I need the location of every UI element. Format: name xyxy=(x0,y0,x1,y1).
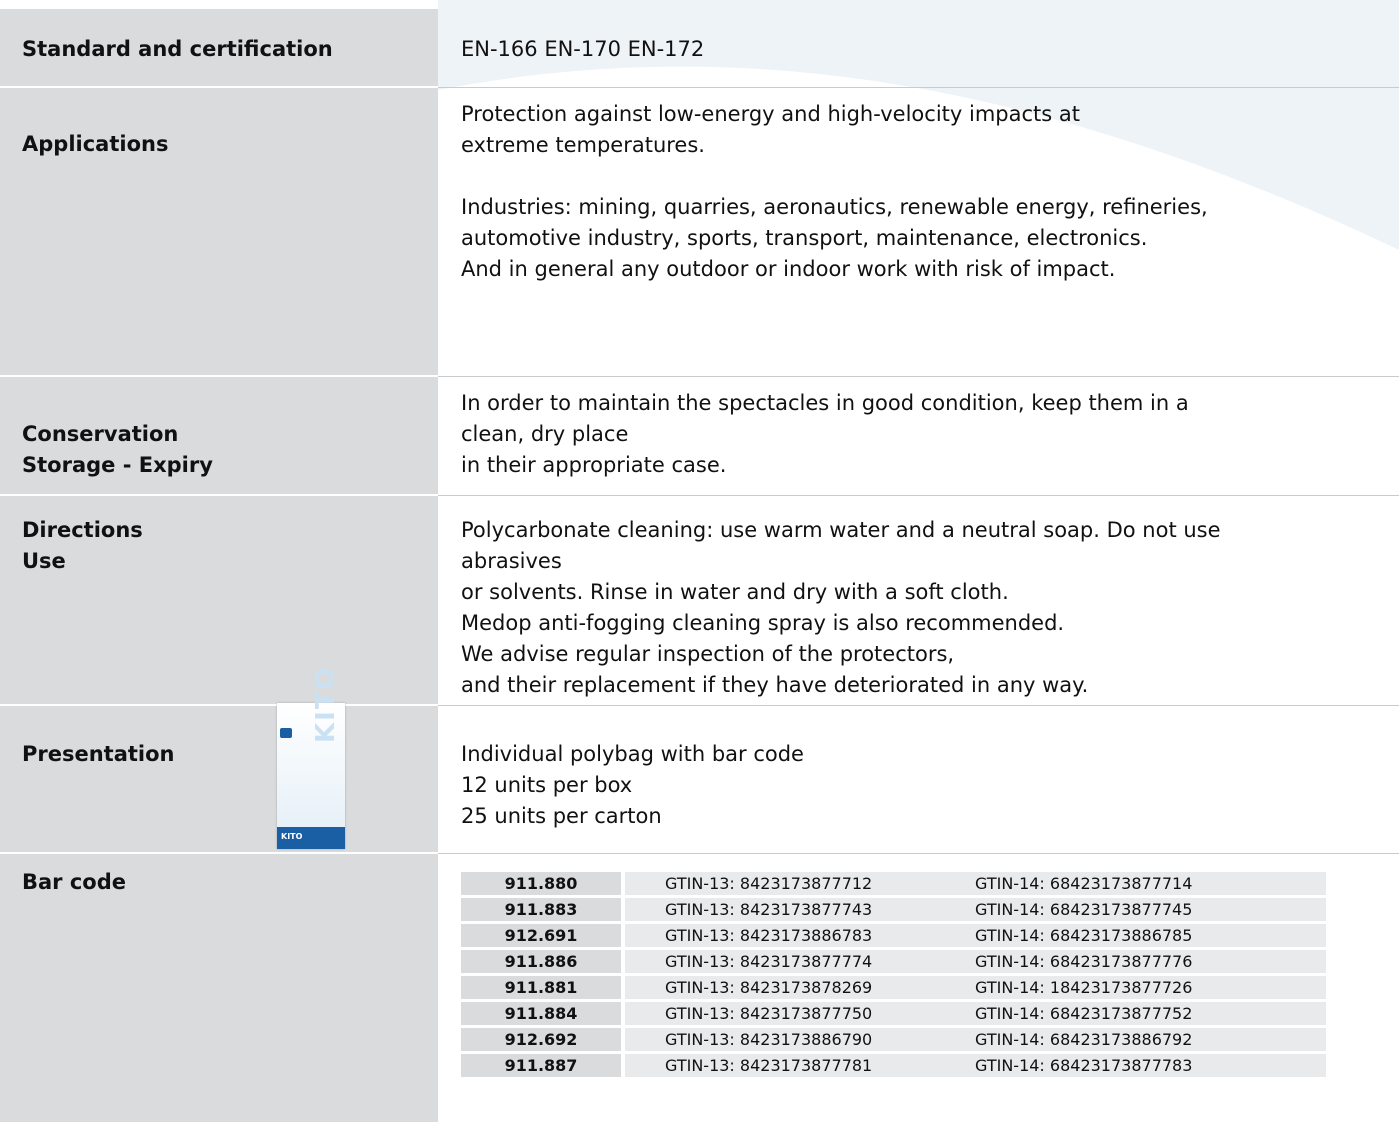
gtin14-value: GTIN-14: 68423173877714 xyxy=(975,872,1326,895)
product-code: 911.883 xyxy=(461,898,621,921)
applications-label: Applications xyxy=(22,132,169,156)
standard-value: EN-166 EN-170 EN-172 xyxy=(461,37,705,61)
gtin14-value: GTIN-14: 68423173877783 xyxy=(975,1054,1326,1077)
row-divider xyxy=(0,704,438,706)
row-divider xyxy=(0,494,438,496)
directions-label: Directions Use xyxy=(22,515,143,577)
table-row: 911.880 GTIN-13: 8423173877712 GTIN-14: … xyxy=(461,872,1326,895)
gtin13-value: GTIN-13: 8423173886783 xyxy=(625,924,975,947)
presentation-line: Individual polybag with bar code xyxy=(461,742,804,766)
table-row: 912.691 GTIN-13: 8423173886783 GTIN-14: … xyxy=(461,924,1326,947)
barcode-table: 911.880 GTIN-13: 8423173877712 GTIN-14: … xyxy=(461,869,1326,1080)
directions-line: We advise regular inspection of the prot… xyxy=(461,642,955,666)
applications-value: Protection against low-energy and high-v… xyxy=(461,99,1208,285)
conservation-label-line: Storage - Expiry xyxy=(22,453,213,477)
presentation-line: 25 units per carton xyxy=(461,804,662,828)
gtin13-value: GTIN-13: 8423173877774 xyxy=(625,950,975,973)
directions-line: Medop anti-fogging cleaning spray is als… xyxy=(461,611,1065,635)
table-row: 912.692 GTIN-13: 8423173886790 GTIN-14: … xyxy=(461,1028,1326,1051)
gtin14-value: GTIN-14: 68423173877776 xyxy=(975,950,1326,973)
conservation-label-line: Conservation xyxy=(22,422,179,446)
table-row: 911.881 GTIN-13: 8423173878269 GTIN-14: … xyxy=(461,976,1326,999)
row-divider xyxy=(0,852,438,854)
applications-line: Industries: mining, quarries, aeronautic… xyxy=(461,195,1208,219)
gtin13-value: GTIN-13: 8423173877781 xyxy=(625,1054,975,1077)
row-divider xyxy=(0,375,438,377)
directions-label-line: Use xyxy=(22,549,66,573)
directions-line: or solvents. Rinse in water and dry with… xyxy=(461,580,1009,604)
applications-line: extreme temperatures. xyxy=(461,133,705,157)
package-brand-text: KITO xyxy=(311,665,341,743)
gtin13-value: GTIN-13: 8423173877712 xyxy=(625,872,975,895)
directions-line: abrasives xyxy=(461,549,562,573)
product-code: 911.880 xyxy=(461,872,621,895)
table-row: 911.883 GTIN-13: 8423173877743 GTIN-14: … xyxy=(461,898,1326,921)
directions-line: Polycarbonate cleaning: use warm water a… xyxy=(461,518,1221,542)
product-code: 911.884 xyxy=(461,1002,621,1025)
directions-line: and their replacement if they have deter… xyxy=(461,673,1089,697)
gtin14-value: GTIN-14: 18423173877726 xyxy=(975,976,1326,999)
applications-line: And in general any outdoor or indoor wor… xyxy=(461,257,1116,281)
gtin13-value: GTIN-13: 8423173886790 xyxy=(625,1028,975,1051)
standard-label: Standard and certification xyxy=(22,37,333,61)
package-band-text: KITO xyxy=(281,832,303,841)
brand-logo-icon xyxy=(280,728,292,738)
table-row: 911.886 GTIN-13: 8423173877774 GTIN-14: … xyxy=(461,950,1326,973)
gtin14-value: GTIN-14: 68423173886785 xyxy=(975,924,1326,947)
row-divider xyxy=(438,705,1399,706)
product-package-image: KITO KITO xyxy=(277,665,345,849)
gtin13-value: GTIN-13: 8423173878269 xyxy=(625,976,975,999)
gtin13-value: GTIN-13: 8423173877743 xyxy=(625,898,975,921)
conservation-label: Conservation Storage - Expiry xyxy=(22,419,213,481)
row-divider xyxy=(438,87,1399,88)
product-code: 912.692 xyxy=(461,1028,621,1051)
barcode-label: Bar code xyxy=(22,870,126,894)
row-divider xyxy=(438,495,1399,496)
table-row: 911.884 GTIN-13: 8423173877750 GTIN-14: … xyxy=(461,1002,1326,1025)
product-code: 911.886 xyxy=(461,950,621,973)
applications-line: automotive industry, sports, transport, … xyxy=(461,226,1148,250)
presentation-label: Presentation xyxy=(22,742,175,766)
product-code: 911.881 xyxy=(461,976,621,999)
gtin14-value: GTIN-14: 68423173886792 xyxy=(975,1028,1326,1051)
applications-line: Protection against low-energy and high-v… xyxy=(461,102,1080,126)
gtin14-value: GTIN-14: 68423173877752 xyxy=(975,1002,1326,1025)
conservation-line: clean, dry place xyxy=(461,422,629,446)
gtin13-value: GTIN-13: 8423173877750 xyxy=(625,1002,975,1025)
row-divider xyxy=(0,86,438,88)
conservation-line: In order to maintain the spectacles in g… xyxy=(461,391,1189,415)
gtin14-value: GTIN-14: 68423173877745 xyxy=(975,898,1326,921)
product-code: 911.887 xyxy=(461,1054,621,1077)
package-band: KITO xyxy=(277,827,345,849)
product-code: 912.691 xyxy=(461,924,621,947)
presentation-value: Individual polybag with bar code 12 unit… xyxy=(461,739,804,832)
conservation-line: in their appropriate case. xyxy=(461,453,727,477)
presentation-line: 12 units per box xyxy=(461,773,633,797)
row-divider xyxy=(438,376,1399,377)
table-row: 911.887 GTIN-13: 8423173877781 GTIN-14: … xyxy=(461,1054,1326,1077)
conservation-value: In order to maintain the spectacles in g… xyxy=(461,388,1189,481)
directions-label-line: Directions xyxy=(22,518,143,542)
directions-value: Polycarbonate cleaning: use warm water a… xyxy=(461,515,1221,701)
row-divider xyxy=(438,853,1399,854)
